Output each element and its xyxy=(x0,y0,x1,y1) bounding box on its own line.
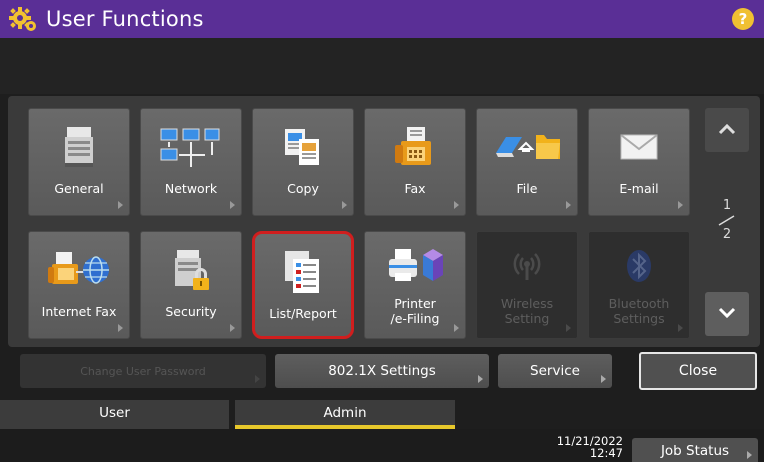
close-button[interactable]: Close xyxy=(639,352,757,390)
page-divider xyxy=(712,213,742,227)
tile-label: File xyxy=(516,181,538,196)
tab-user[interactable]: User xyxy=(0,400,229,429)
page-title: User Functions xyxy=(46,7,204,31)
tile-label-line2: Settings xyxy=(613,311,665,326)
arrow-indicator xyxy=(566,324,571,332)
function-panel: General Network Copy Fax File E-mail Int… xyxy=(8,96,760,347)
page-indicator: 1 2 xyxy=(712,198,742,242)
fax-machine-icon xyxy=(365,117,465,177)
tile-label: Bluetooth Settings xyxy=(589,296,689,326)
fax-tile[interactable]: Fax xyxy=(364,108,466,216)
button-label: Job Status xyxy=(660,443,730,459)
copy-documents-icon xyxy=(253,117,353,177)
general-tile[interactable]: General xyxy=(28,108,130,216)
arrow-indicator xyxy=(566,201,571,209)
security-lock-icon xyxy=(141,240,241,300)
bluetooth-settings-tile: Bluetooth Settings xyxy=(588,231,690,339)
envelope-icon xyxy=(589,117,689,177)
list-report-icon xyxy=(255,242,351,302)
printer-device-icon xyxy=(29,117,129,177)
page-current: 1 xyxy=(722,198,732,213)
network-computers-icon xyxy=(141,117,241,177)
chevron-up-icon xyxy=(717,121,737,140)
file-tile[interactable]: File xyxy=(476,108,578,216)
arrow-indicator xyxy=(747,451,752,459)
list-report-tile[interactable]: List/Report xyxy=(252,231,354,339)
tile-label: Network xyxy=(164,181,218,196)
printer-efiling-tile[interactable]: Printer/e-Filing xyxy=(364,231,466,339)
screen: User Functions ? General Network Copy Fa… xyxy=(0,0,764,462)
title-bar: User Functions ? xyxy=(0,0,764,38)
wireless-setting-tile: Wireless Setting xyxy=(476,231,578,339)
job-status-button[interactable]: Job Status xyxy=(632,438,758,462)
tile-label-line1: Wireless xyxy=(500,296,554,311)
button-label: Change User Password xyxy=(80,364,206,378)
printer-efiling-icon xyxy=(365,236,465,296)
arrow-indicator xyxy=(118,201,123,209)
8021x-settings-button[interactable]: 802.1X Settings xyxy=(275,354,489,388)
arrow-indicator xyxy=(678,201,683,209)
arrow-indicator xyxy=(678,324,683,332)
scroll-down-button[interactable] xyxy=(705,292,749,336)
tile-label-line1: Bluetooth xyxy=(608,296,670,311)
internet-fax-tile[interactable]: Internet Fax xyxy=(28,231,130,339)
tile-label: Printer/e-Filing xyxy=(365,296,465,326)
arrow-indicator xyxy=(454,201,459,209)
time-text: 12:47 xyxy=(589,446,623,460)
tile-label-line1: Printer xyxy=(394,296,436,311)
security-tile[interactable]: Security xyxy=(140,231,242,339)
gear-icon xyxy=(8,4,38,34)
tile-label: General xyxy=(54,181,104,196)
file-folder-icon xyxy=(477,117,577,177)
tile-label: Internet Fax xyxy=(41,304,117,319)
tile-label: Fax xyxy=(404,181,426,196)
arrow-indicator xyxy=(255,375,260,383)
page-total: 2 xyxy=(722,227,732,242)
button-label: Service xyxy=(530,363,580,379)
change-user-password-button: Change User Password xyxy=(20,354,266,388)
button-label: 802.1X Settings xyxy=(328,363,436,379)
date-time: 11/21/2022 12:47 xyxy=(557,435,623,459)
tile-label: E-mail xyxy=(619,181,659,196)
copy-tile[interactable]: Copy xyxy=(252,108,354,216)
scroll-up-button[interactable] xyxy=(705,108,749,152)
tile-label-line2: /e-Filing xyxy=(390,311,440,326)
arrow-indicator xyxy=(342,201,347,209)
button-label: Close xyxy=(678,363,718,379)
message-area xyxy=(0,38,764,94)
help-button[interactable]: ? xyxy=(732,8,754,30)
bluetooth-icon xyxy=(589,236,689,296)
arrow-indicator xyxy=(118,324,123,332)
tile-label-line2: Setting xyxy=(504,311,550,326)
wireless-icon xyxy=(477,236,577,296)
email-tile[interactable]: E-mail xyxy=(588,108,690,216)
arrow-indicator xyxy=(478,375,483,383)
tile-label: Security xyxy=(165,304,217,319)
arrow-indicator xyxy=(601,375,606,383)
tile-label: Wireless Setting xyxy=(477,296,577,326)
service-button[interactable]: Service xyxy=(498,354,612,388)
arrow-indicator xyxy=(230,324,235,332)
arrow-indicator xyxy=(454,324,459,332)
network-tile[interactable]: Network xyxy=(140,108,242,216)
tile-label: Copy xyxy=(287,181,319,196)
internet-fax-icon xyxy=(29,240,129,300)
arrow-indicator xyxy=(230,201,235,209)
chevron-down-icon xyxy=(717,305,737,324)
tile-label: List/Report xyxy=(269,306,337,321)
tab-admin[interactable]: Admin xyxy=(235,400,455,429)
